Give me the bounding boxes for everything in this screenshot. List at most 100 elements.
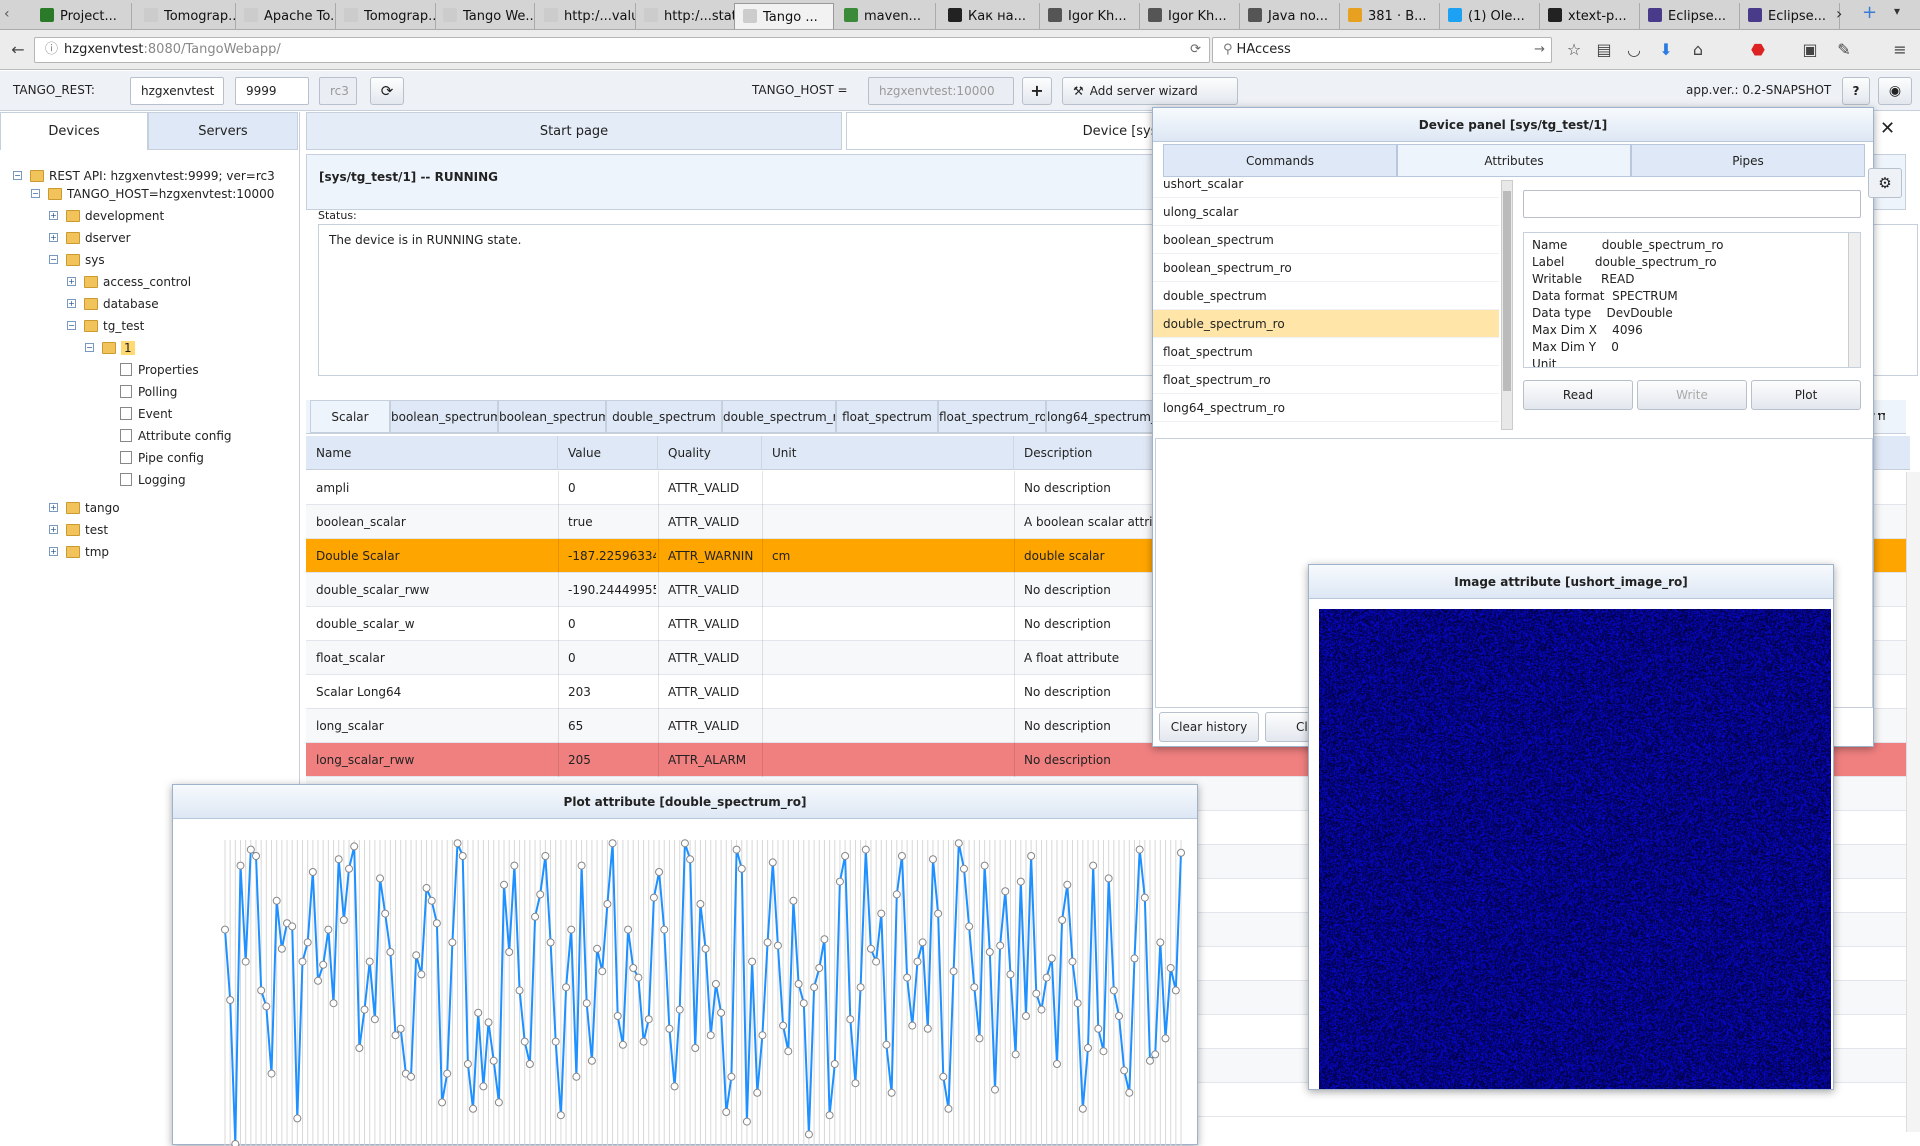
new-tab-icon[interactable]: +	[1862, 2, 1877, 23]
tree-polling[interactable]: Polling	[120, 383, 177, 401]
tab-start-page[interactable]: Start page	[306, 112, 842, 150]
extension-icon[interactable]: ▣	[1798, 38, 1822, 62]
data-point[interactable]	[371, 1016, 378, 1023]
data-point[interactable]	[1069, 958, 1076, 965]
view-button[interactable]: ◉	[1878, 77, 1912, 105]
data-point[interactable]	[227, 997, 234, 1004]
data-point[interactable]	[454, 840, 461, 847]
data-point[interactable]	[568, 926, 575, 933]
data-point[interactable]	[268, 1070, 275, 1077]
data-point[interactable]	[382, 910, 389, 917]
tree-tmp[interactable]: tmp	[66, 543, 109, 561]
data-point[interactable]	[433, 920, 440, 927]
data-point[interactable]	[635, 974, 642, 981]
attr-tab[interactable]: float_spectrum	[836, 400, 938, 433]
expand-toggle[interactable]: −	[67, 321, 76, 330]
data-point[interactable]	[413, 952, 420, 959]
column-header[interactable]: Value	[558, 436, 658, 470]
data-point[interactable]	[1136, 846, 1143, 853]
attribute-item[interactable]: double_spectrum_ro	[1153, 310, 1499, 338]
data-point[interactable]	[475, 1009, 482, 1016]
tree-tango[interactable]: tango	[66, 499, 120, 517]
data-point[interactable]	[1131, 955, 1138, 962]
data-point[interactable]	[640, 1038, 647, 1045]
data-point[interactable]	[966, 923, 973, 930]
main-scrollbar[interactable]	[1906, 472, 1920, 1132]
data-point[interactable]	[857, 984, 864, 991]
data-point[interactable]	[687, 856, 694, 863]
tree-sys[interactable]: sys	[66, 251, 105, 269]
close-icon[interactable]: ✕	[1880, 118, 1895, 139]
data-point[interactable]	[671, 1083, 678, 1090]
data-point[interactable]	[656, 869, 663, 876]
data-point[interactable]	[702, 945, 709, 952]
expand-toggle[interactable]: +	[67, 277, 76, 286]
data-point[interactable]	[888, 1089, 895, 1096]
data-point[interactable]	[397, 1025, 404, 1032]
url-bar[interactable]: ⓘhzgxenvtest:8080/TangoWebapp/ ⟳	[34, 37, 1210, 63]
menu-icon[interactable]: ≡	[1888, 38, 1912, 62]
data-point[interactable]	[821, 936, 828, 943]
data-point[interactable]	[299, 958, 306, 965]
data-point[interactable]	[459, 853, 466, 860]
data-point[interactable]	[681, 840, 688, 847]
attribute-list-scrollbar[interactable]	[1501, 180, 1513, 430]
browser-tab[interactable]: Igor Kh...	[1140, 3, 1240, 30]
data-point[interactable]	[1105, 875, 1112, 882]
data-point[interactable]	[780, 1022, 787, 1029]
data-point[interactable]	[785, 1048, 792, 1055]
data-point[interactable]	[878, 910, 885, 917]
data-point[interactable]	[578, 862, 585, 869]
data-point[interactable]	[294, 1115, 301, 1122]
attribute-item[interactable]: float_spectrum_ro	[1153, 366, 1499, 394]
data-point[interactable]	[320, 961, 327, 968]
data-point[interactable]	[1033, 990, 1040, 997]
data-point[interactable]	[614, 1013, 621, 1020]
data-point[interactable]	[1126, 1089, 1133, 1096]
data-point[interactable]	[873, 958, 880, 965]
expand-toggle[interactable]: +	[49, 503, 58, 512]
data-point[interactable]	[1007, 971, 1014, 978]
data-point[interactable]	[501, 881, 508, 888]
info-scrollbar[interactable]	[1848, 233, 1860, 368]
data-point[interactable]	[542, 853, 549, 860]
data-point[interactable]	[428, 897, 435, 904]
data-point[interactable]	[997, 942, 1004, 949]
data-point[interactable]	[247, 846, 254, 853]
data-point[interactable]	[769, 859, 776, 866]
browser-tab[interactable]: (1) Ole...	[1440, 3, 1540, 30]
expand-toggle[interactable]: −	[85, 343, 94, 352]
data-point[interactable]	[1017, 878, 1024, 885]
adblock-icon[interactable]: ⬣	[1746, 38, 1770, 62]
read-button[interactable]: Read	[1523, 380, 1633, 410]
data-point[interactable]	[733, 846, 740, 853]
browser-tab[interactable]: Project...	[32, 3, 132, 30]
data-point[interactable]	[599, 968, 606, 975]
data-point[interactable]	[986, 949, 993, 956]
data-point[interactable]	[242, 958, 249, 965]
expand-toggle[interactable]: +	[67, 299, 76, 308]
data-point[interactable]	[351, 843, 358, 850]
tree-dserver[interactable]: dserver	[66, 229, 131, 247]
data-point[interactable]	[692, 1045, 699, 1052]
data-point[interactable]	[976, 1035, 983, 1042]
pocket-icon[interactable]: ◡	[1622, 38, 1646, 62]
expand-toggle[interactable]: −	[31, 189, 40, 198]
data-point[interactable]	[387, 949, 394, 956]
data-point[interactable]	[1141, 894, 1148, 901]
attr-tab[interactable]: boolean_spectrum_ro	[498, 400, 606, 433]
data-point[interactable]	[1038, 1006, 1045, 1013]
attr-tab[interactable]: boolean_spectrum	[390, 400, 498, 433]
data-point[interactable]	[1002, 888, 1009, 895]
browser-tab[interactable]: Tomograp...	[136, 3, 236, 30]
browser-tab[interactable]: Igor Kh...	[1040, 3, 1140, 30]
data-point[interactable]	[723, 1109, 730, 1116]
data-point[interactable]	[490, 1057, 497, 1064]
attr-tab[interactable]: double_spectrum	[606, 400, 722, 433]
data-point[interactable]	[661, 926, 668, 933]
rest-port-input[interactable]: 9999	[235, 77, 309, 105]
attribute-item[interactable]: ulong_scalar	[1153, 198, 1499, 226]
tree-tango-host[interactable]: TANGO_HOST=hzgxenvtest:10000	[48, 185, 274, 203]
data-point[interactable]	[909, 1022, 916, 1029]
tab-devices[interactable]: Devices	[0, 112, 148, 150]
